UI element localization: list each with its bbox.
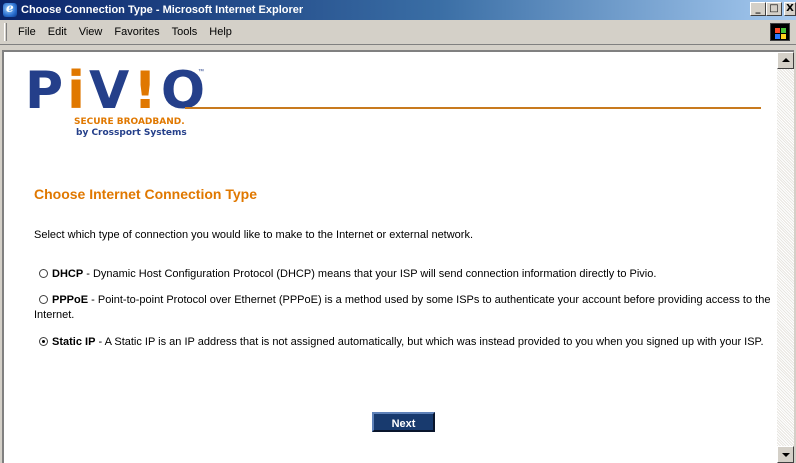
static-ip-radio[interactable] [39,337,48,346]
internet-explorer-icon[interactable] [3,1,17,17]
toolbar-grip[interactable] [4,23,7,41]
title-bar[interactable]: Choose Connection Type - Microsoft Inter… [0,0,796,20]
next-button[interactable]: Next [372,412,435,432]
option-dhcp: DHCP - Dynamic Host Configuration Protoc… [34,267,774,282]
window-title: Choose Connection Type - Microsoft Inter… [21,4,304,16]
dhcp-radio[interactable] [39,269,48,278]
menu-favorites[interactable]: Favorites [108,26,165,38]
web-page: PiV!O ™ SECURE BROADBAND. by Crossport S… [4,52,776,463]
browser-window: Choose Connection Type - Microsoft Inter… [0,0,796,463]
menu-edit[interactable]: Edit [42,26,73,38]
intro-text: Select which type of connection you woul… [34,229,474,241]
menu-help[interactable]: Help [203,26,238,38]
pivio-logo: PiV!O ™ SECURE BROADBAND. by Crossport S… [25,65,215,165]
scroll-down-button[interactable] [777,446,794,463]
logo-tagline: SECURE BROADBAND. [74,117,185,127]
menu-tools[interactable]: Tools [166,26,204,38]
menu-file[interactable]: File [12,26,42,38]
option-name[interactable]: DHCP [52,268,83,280]
option-name[interactable]: PPPoE [52,294,88,306]
page-title: Choose Internet Connection Type [34,186,257,202]
option-pppoe: PPPoE - Point-to-point Protocol over Eth… [34,293,774,323]
arrow-up-icon [782,58,790,62]
menu-view[interactable]: View [73,26,109,38]
browser-viewport: PiV!O ™ SECURE BROADBAND. by Crossport S… [2,50,794,463]
pppoe-radio[interactable] [39,295,48,304]
vertical-scrollbar[interactable] [777,52,794,463]
maximize-button[interactable]: □ [766,2,782,16]
logo-byline: by Crossport Systems [76,128,187,138]
header-divider [185,107,761,109]
minimize-button[interactable]: _ [750,2,766,16]
windows-logo-icon [770,23,790,41]
scroll-up-button[interactable] [777,52,794,69]
logo-wordmark: PiV!O [25,61,210,121]
option-description: - Point-to-point Protocol over Ethernet … [34,294,771,321]
option-static-ip: Static IP - A Static IP is an IP address… [34,335,774,350]
close-button[interactable]: X [784,2,796,16]
logo-trademark: ™ [198,69,204,75]
window-controls: _ □ X [750,2,796,16]
option-description: - Dynamic Host Configuration Protocol (D… [83,268,657,280]
option-name[interactable]: Static IP [52,336,95,348]
option-description: - A Static IP is an IP address that is n… [95,336,764,348]
menu-bar: File Edit View Favorites Tools Help [0,20,796,45]
arrow-down-icon [782,453,790,457]
